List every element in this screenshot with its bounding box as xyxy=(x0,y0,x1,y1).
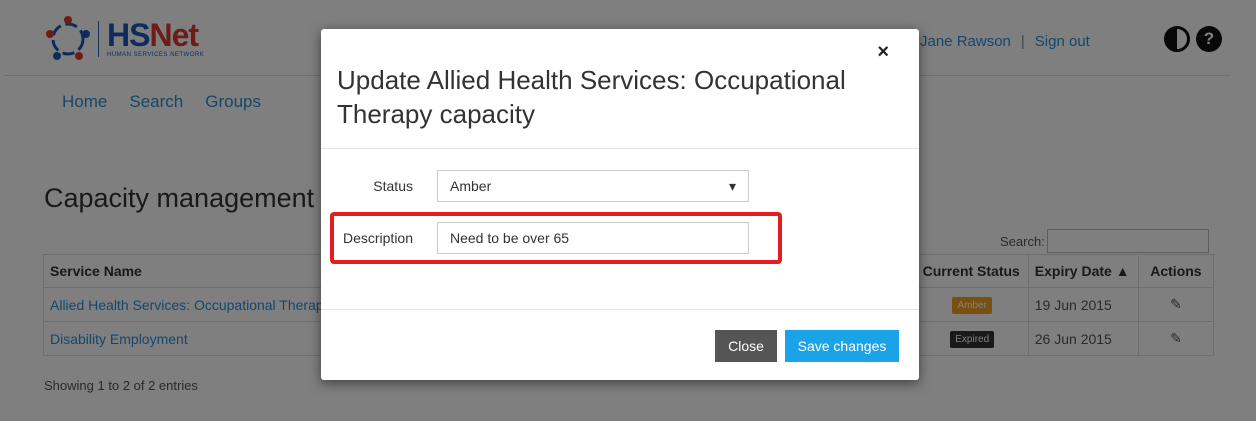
caret-down-icon: ▾ xyxy=(728,177,736,194)
update-capacity-dialog: Update Allied Health Services: Occupatio… xyxy=(321,29,919,380)
modal-header: Update Allied Health Services: Occupatio… xyxy=(321,29,919,149)
status-row: Status Amber ▾ xyxy=(341,170,749,202)
description-input-value: Need to be over 65 xyxy=(450,230,570,246)
description-input[interactable]: Need to be over 65 xyxy=(437,222,749,254)
description-label: Description xyxy=(342,230,413,246)
close-icon[interactable]: × xyxy=(877,41,889,64)
description-row: Description Need to be over 65 xyxy=(341,222,749,254)
status-select-value: Amber xyxy=(450,178,492,194)
save-changes-button[interactable]: Save changes xyxy=(785,330,899,362)
modal-footer: Close Save changes xyxy=(321,309,919,381)
status-select[interactable]: Amber ▾ xyxy=(437,170,749,202)
status-label: Status xyxy=(373,178,413,194)
modal-title: Update Allied Health Services: Occupatio… xyxy=(337,65,846,129)
close-button[interactable]: Close xyxy=(715,330,777,362)
